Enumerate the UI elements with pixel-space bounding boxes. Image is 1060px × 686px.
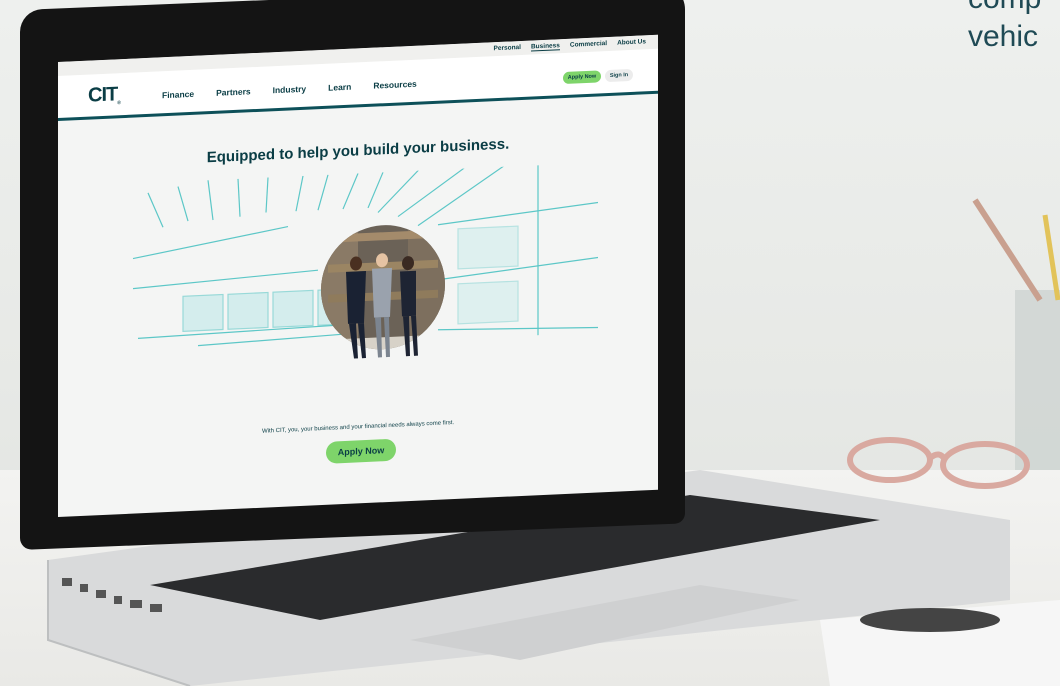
glasses [847, 437, 1030, 489]
pencil-holder [972, 198, 1060, 470]
photo-scene: comp vehic [0, 0, 1060, 686]
main-nav: Finance Partners Industry Learn Resource… [162, 79, 417, 101]
nav-about-us[interactable]: About Us [617, 38, 646, 47]
nav-partners[interactable]: Partners [216, 86, 251, 98]
cit-logo[interactable]: CIT® [88, 83, 120, 107]
apply-now-button[interactable]: Apply Now [326, 438, 396, 464]
sign-in-button[interactable]: Sign In [605, 68, 633, 83]
warehouse-illustration [132, 162, 598, 359]
nav-learn[interactable]: Learn [328, 82, 351, 93]
nav-personal[interactable]: Personal [494, 44, 521, 53]
nav-resources[interactable]: Resources [373, 79, 416, 91]
hero-subtitle: With CIT, you, your business and your fi… [261, 420, 455, 435]
apply-now-header-button[interactable]: Apply Now [563, 70, 601, 85]
nav-finance[interactable]: Finance [162, 89, 194, 100]
laptop-screen: Personal Business Commercial About Us CI… [58, 34, 658, 518]
nav-business[interactable]: Business [530, 42, 560, 52]
logo-text: CIT [88, 83, 118, 107]
nav-industry[interactable]: Industry [273, 84, 307, 96]
nav-commercial[interactable]: Commercial [570, 40, 607, 50]
